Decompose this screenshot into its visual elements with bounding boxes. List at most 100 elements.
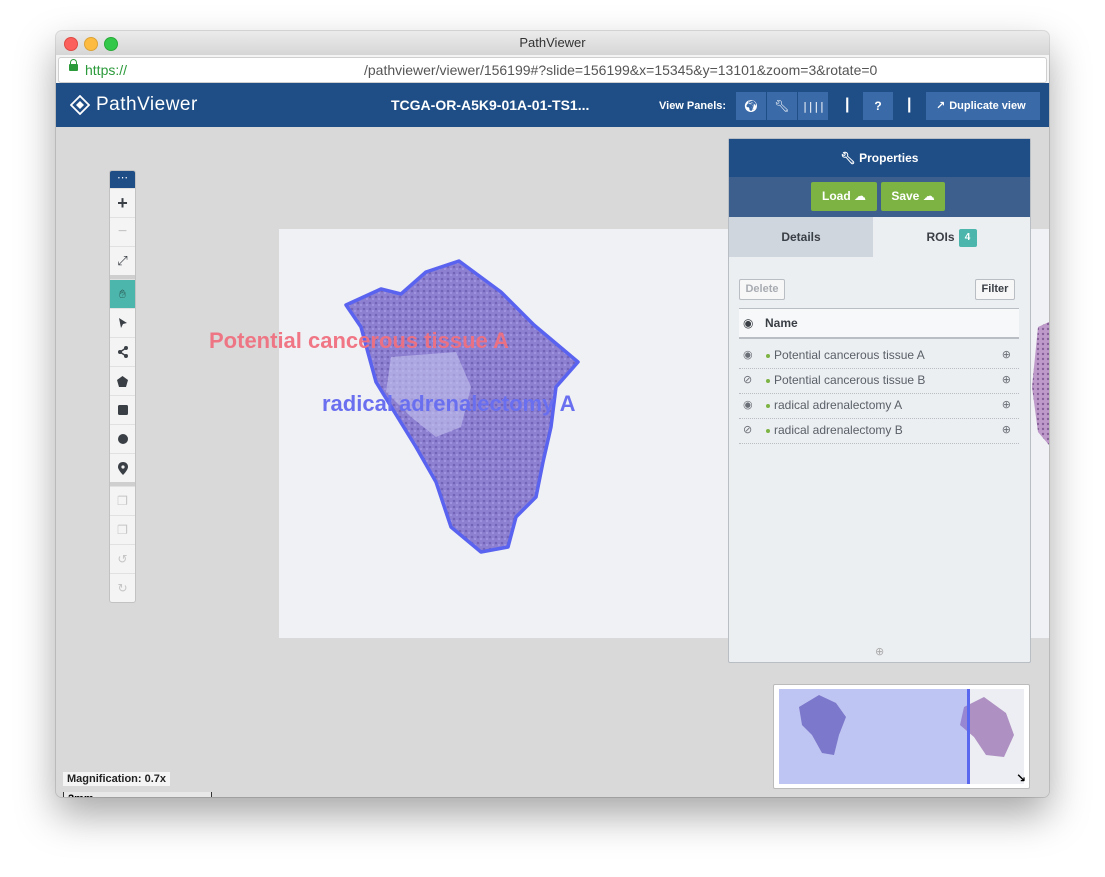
browser-window: PathViewer https:// /pathviewer/viewer/1… — [56, 31, 1049, 797]
arrow-icon[interactable]: ↘ — [1016, 771, 1026, 785]
roi-label[interactable]: radical adrenalectomy A — [322, 391, 576, 417]
share-nodes-icon — [117, 346, 128, 358]
roi-color-dot — [766, 429, 770, 433]
pan-tool-button[interactable]: ✋︎ — [110, 279, 135, 308]
lock-icon — [69, 59, 78, 71]
load-label: Load — [821, 189, 851, 203]
globe-panel-button[interactable]: 🌍︎ — [736, 92, 766, 120]
roi-table-header: ◉ Name — [739, 308, 1019, 339]
barcode-panel-button[interactable]: |||| — [798, 92, 828, 120]
eye-icon[interactable]: ◉ — [743, 393, 753, 418]
minimize-window-button[interactable] — [84, 37, 98, 51]
app-logo-text[interactable]: PathViewer — [96, 94, 198, 116]
cloud-upload-icon: ☁ — [922, 189, 935, 203]
circle-icon — [117, 434, 128, 444]
duplicate-view-button[interactable]: ↗ Duplicate view — [926, 92, 1040, 120]
paste-button[interactable]: ❐ — [110, 515, 135, 544]
eye-slash-icon[interactable]: ⊘ — [743, 418, 752, 443]
eye-slash-icon[interactable]: ⊘ — [743, 368, 752, 393]
url-scheme: https:// — [85, 62, 128, 78]
expand-icon: ⤢ — [117, 253, 128, 268]
roi-row[interactable]: ◉ radical adrenalectomy A ⊕ — [739, 393, 1019, 419]
save-button[interactable]: Save ☁ — [881, 182, 945, 211]
duplicate-view-label: Duplicate view — [949, 100, 1026, 112]
eye-icon[interactable]: ◉ — [743, 309, 753, 337]
minus-icon: − — [117, 223, 128, 240]
select-tool-button[interactable] — [110, 308, 135, 337]
view-panels-label: View Panels: — [659, 100, 727, 112]
square-icon — [117, 405, 128, 415]
external-link-icon: ↗ — [936, 100, 946, 112]
roi-row[interactable]: ◉ Potential cancerous tissue A ⊕ — [739, 343, 1019, 369]
marker-tool-button[interactable] — [110, 453, 135, 482]
roi-name: radical adrenalectomy A — [774, 398, 903, 412]
roi-name: Potential cancerous tissue B — [774, 373, 926, 387]
panel-resize-icon[interactable]: ⊕ — [875, 645, 884, 658]
roi-color-dot — [766, 354, 770, 358]
pentagon-icon — [117, 375, 128, 387]
zoom-in-button[interactable]: + — [110, 188, 135, 217]
separator: | — [845, 96, 850, 113]
slide-viewer[interactable]: Potential cancerous tissue A radical adr… — [56, 127, 1049, 797]
navigator-minimap[interactable]: ↘ — [773, 684, 1030, 789]
polyline-tool-button[interactable] — [110, 337, 135, 366]
undo-icon: ↺ — [117, 552, 128, 566]
polygon-tool-button[interactable] — [110, 366, 135, 395]
roi-label[interactable]: Potential cancerous tissue A — [209, 328, 509, 354]
save-label: Save — [891, 189, 920, 203]
address-bar: https:// /pathviewer/viewer/156199#?slid… — [56, 55, 1049, 84]
magnification-readout: Magnification: 0.7x — [63, 772, 171, 786]
roi-row[interactable]: ⊘ radical adrenalectomy B ⊕ — [739, 418, 1019, 444]
window-title: PathViewer — [519, 35, 586, 50]
zoom-window-button[interactable] — [104, 37, 118, 51]
panel-actions: Load ☁ Save ☁ — [729, 177, 1030, 217]
name-column-header[interactable]: Name — [765, 309, 798, 337]
roi-color-dot — [766, 404, 770, 408]
load-button[interactable]: Load ☁ — [811, 182, 877, 211]
tab-rois[interactable]: ROIs 4 — [873, 217, 1030, 257]
redo-icon: ↻ — [117, 581, 128, 595]
delete-button[interactable]: Delete — [739, 279, 785, 300]
eye-icon[interactable]: ◉ — [743, 343, 753, 368]
undo-button[interactable]: ↺ — [110, 544, 135, 573]
wrench-icon: 🔧︎ — [840, 151, 856, 165]
url-field[interactable]: https:// /pathviewer/viewer/156199#?slid… — [58, 57, 1047, 83]
zoom-to-roi-icon[interactable]: ⊕ — [1002, 343, 1011, 368]
zoom-to-roi-icon[interactable]: ⊕ — [1002, 418, 1011, 443]
plus-icon: + — [117, 192, 128, 213]
roi-row[interactable]: ⊘ Potential cancerous tissue B ⊕ — [739, 368, 1019, 394]
wrench-icon: 🔧︎ — [774, 99, 790, 113]
help-button[interactable]: ? — [863, 92, 893, 120]
close-window-button[interactable] — [64, 37, 78, 51]
url-path: /pathviewer/viewer/156199#?slide=156199&… — [364, 62, 878, 78]
filter-button[interactable]: Filter — [975, 279, 1015, 300]
zoom-out-button[interactable]: − — [110, 217, 135, 246]
adjacent-tissue-sample — [1032, 322, 1049, 445]
roi-name: radical adrenalectomy B — [774, 423, 903, 437]
zoom-to-roi-icon[interactable]: ⊕ — [1002, 393, 1011, 418]
slide-title: TCGA-OR-A5K9-01A-01-TS1... — [391, 97, 590, 113]
roi-color-dot — [766, 379, 770, 383]
properties-panel-header: 🔧︎ Properties — [729, 139, 1030, 177]
properties-panel-button[interactable]: 🔧︎ — [767, 92, 797, 120]
zoom-to-roi-icon[interactable]: ⊕ — [1002, 368, 1011, 393]
roi-name: Potential cancerous tissue A — [774, 348, 925, 362]
hand-icon: ✋︎ — [119, 286, 126, 301]
panel-tabs: Details ROIs 4 — [729, 217, 1030, 257]
redo-button[interactable]: ↻ — [110, 573, 135, 602]
rectangle-tool-button[interactable] — [110, 395, 135, 424]
globe-icon: 🌍︎ — [743, 99, 759, 113]
circle-tool-button[interactable] — [110, 424, 135, 453]
copy-button[interactable]: ❐ — [110, 486, 135, 515]
copy-icon: ❐ — [117, 494, 128, 508]
panel-title: Properties — [859, 151, 919, 165]
toolbar-menu-button[interactable]: ⋯ — [110, 171, 135, 188]
roi-count-badge: 4 — [958, 229, 977, 247]
cursor-icon — [118, 318, 127, 328]
app-header: PathViewer TCGA-OR-A5K9-01A-01-TS1... Vi… — [56, 83, 1049, 127]
fullscreen-button[interactable]: ⤢ — [110, 246, 135, 275]
window-titlebar: PathViewer — [56, 31, 1049, 55]
minimap-viewport[interactable] — [779, 689, 970, 784]
cloud-download-icon: ☁ — [854, 189, 866, 203]
tab-details[interactable]: Details — [729, 217, 873, 257]
